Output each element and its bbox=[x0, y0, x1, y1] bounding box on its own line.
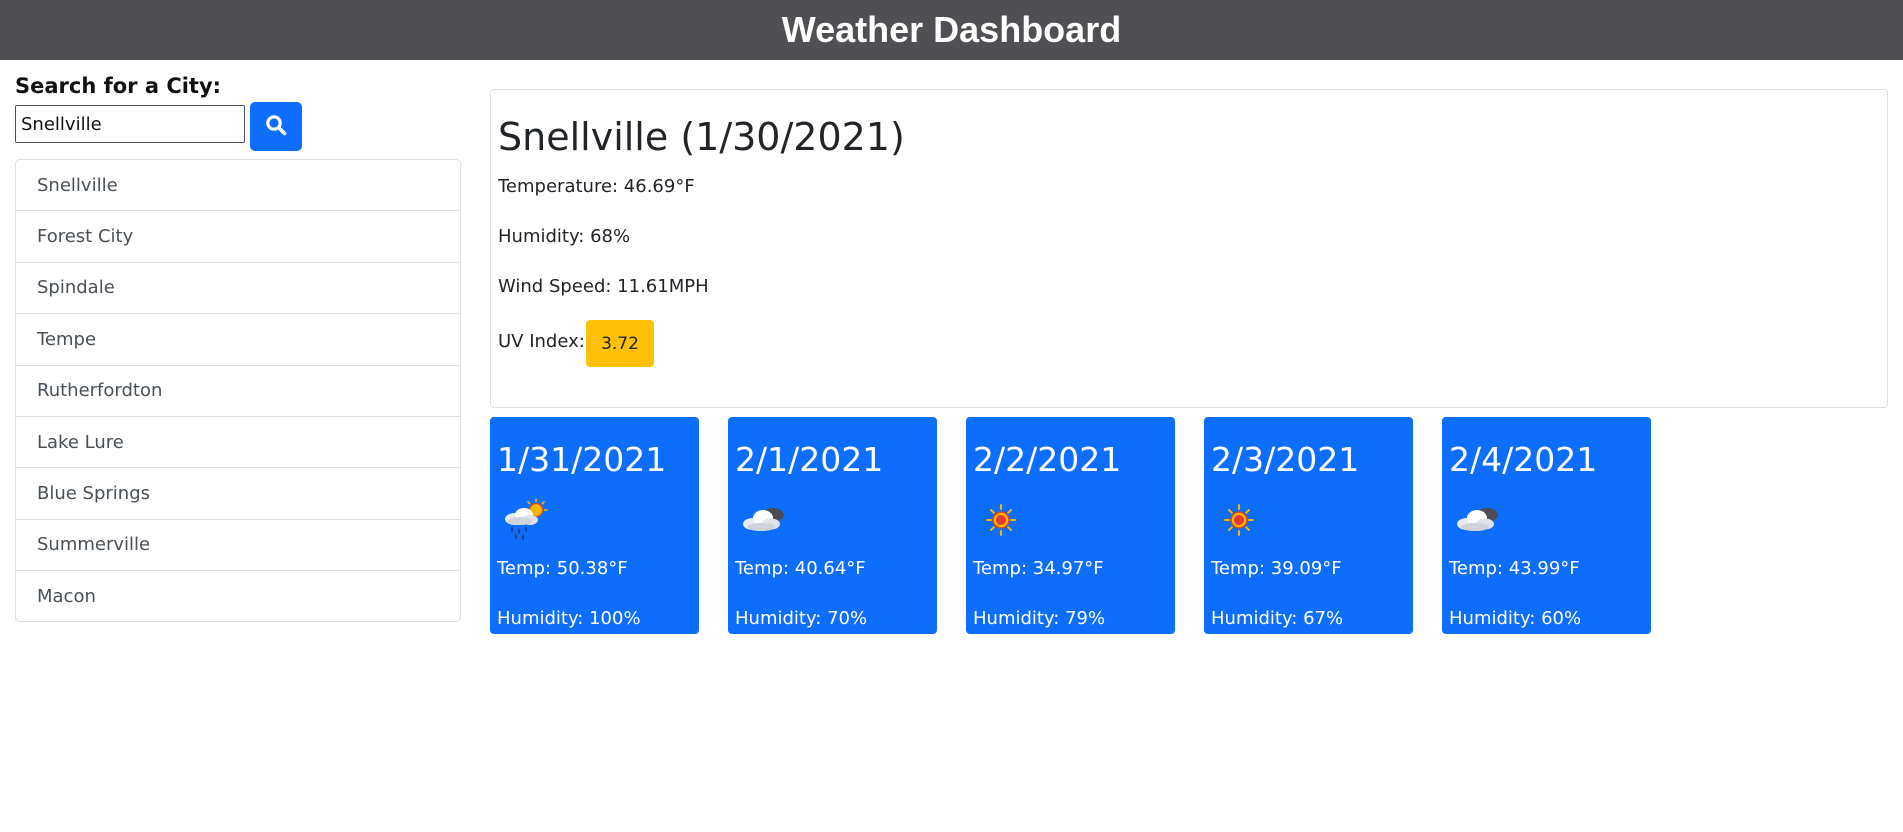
current-weather-panel: Snellville (1/30/2021) Temperature: 46.6… bbox=[490, 89, 1888, 408]
forecast-temp: Temp: 34.97°F bbox=[973, 558, 1104, 579]
uv-index-badge: 3.72 bbox=[586, 320, 654, 367]
history-item-summerville[interactable]: Summerville bbox=[16, 520, 460, 572]
forecast-date: 2/2/2021 bbox=[973, 440, 1122, 479]
forecast-temp: Temp: 39.09°F bbox=[1211, 558, 1342, 579]
search-history-list: Snellville Forest City Spindale Tempe Ru… bbox=[15, 159, 461, 622]
forecast-humidity: Humidity: 67% bbox=[1211, 608, 1344, 629]
cloud-icon bbox=[738, 497, 788, 542]
forecast-date: 1/31/2021 bbox=[497, 440, 667, 479]
rain-sun-icon bbox=[500, 497, 550, 542]
history-item-snellville[interactable]: Snellville bbox=[16, 160, 460, 212]
history-item-macon[interactable]: Macon bbox=[16, 571, 460, 621]
forecast-temp: Temp: 40.64°F bbox=[735, 558, 866, 579]
forecast-temp: Temp: 43.99°F bbox=[1449, 558, 1580, 579]
history-item-lake-lure[interactable]: Lake Lure bbox=[16, 417, 460, 469]
history-item-forest-city[interactable]: Forest City bbox=[16, 211, 460, 263]
forecast-date: 2/4/2021 bbox=[1449, 440, 1598, 479]
page-title: Weather Dashboard bbox=[781, 9, 1122, 50]
forecast-card: 2/2/2021 Temp: 34.97°F Humidity: 79% bbox=[966, 417, 1175, 634]
sun-icon bbox=[1214, 497, 1264, 542]
forecast-humidity: Humidity: 100% bbox=[497, 608, 641, 629]
forecast-temp: Temp: 50.38°F bbox=[497, 558, 628, 579]
cloud-icon bbox=[1452, 497, 1502, 542]
current-city-title: Snellville (1/30/2021) bbox=[498, 115, 905, 159]
sun-icon bbox=[976, 497, 1026, 542]
search-label: Search for a City: bbox=[15, 74, 222, 98]
current-temperature: Temperature: 46.69°F bbox=[498, 176, 695, 197]
forecast-humidity: Humidity: 70% bbox=[735, 608, 868, 629]
uv-index-label: UV Index: bbox=[498, 331, 585, 352]
search-input[interactable] bbox=[15, 105, 245, 143]
forecast-card: 2/4/2021 Temp: 43.99°F Humidity: 60% bbox=[1442, 417, 1651, 634]
forecast-date: 2/1/2021 bbox=[735, 440, 884, 479]
search-icon bbox=[265, 114, 287, 139]
search-button[interactable] bbox=[250, 102, 302, 151]
history-item-rutherfordton[interactable]: Rutherfordton bbox=[16, 366, 460, 417]
forecast-humidity: Humidity: 60% bbox=[1449, 608, 1582, 629]
current-wind-speed: Wind Speed: 11.61MPH bbox=[498, 276, 709, 297]
app-header: Weather Dashboard bbox=[0, 0, 1903, 60]
forecast-card: 2/1/2021 Temp: 40.64°F Humidity: 70% bbox=[728, 417, 937, 634]
history-item-spindale[interactable]: Spindale bbox=[16, 263, 460, 315]
history-item-tempe[interactable]: Tempe bbox=[16, 314, 460, 366]
current-humidity: Humidity: 68% bbox=[498, 226, 631, 247]
forecast-date: 2/3/2021 bbox=[1211, 440, 1360, 479]
forecast-humidity: Humidity: 79% bbox=[973, 608, 1106, 629]
forecast-card: 1/31/2021 Temp: 50.38°F Humidity: 100% bbox=[490, 417, 699, 634]
history-item-blue-springs[interactable]: Blue Springs bbox=[16, 468, 460, 520]
forecast-card: 2/3/2021 Temp: 39.09°F Humidity: 67% bbox=[1204, 417, 1413, 634]
